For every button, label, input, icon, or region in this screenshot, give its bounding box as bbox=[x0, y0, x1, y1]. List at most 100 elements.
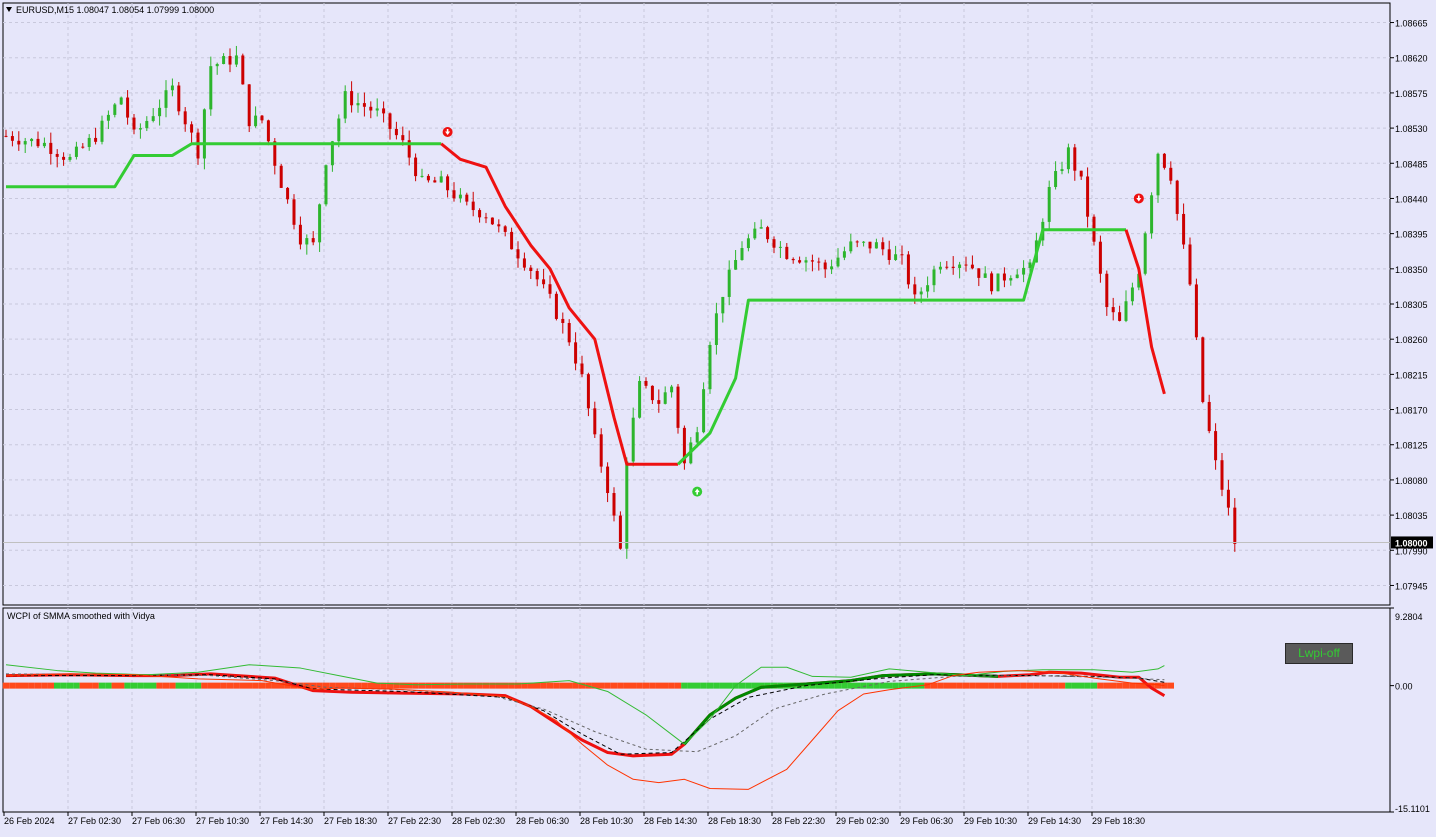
candle-body bbox=[817, 261, 821, 263]
candle-body bbox=[970, 264, 974, 269]
candle-body bbox=[919, 291, 923, 295]
candle-body bbox=[1194, 284, 1198, 338]
candle-body bbox=[1130, 287, 1134, 302]
candle-body bbox=[1124, 301, 1128, 321]
candle-body bbox=[849, 241, 853, 252]
time-axis-label: 27 Feb 22:30 bbox=[388, 816, 441, 826]
candle-body bbox=[842, 251, 846, 258]
candle-body bbox=[510, 231, 514, 250]
candle-body bbox=[446, 176, 450, 191]
candle-body bbox=[305, 238, 309, 245]
candle-body bbox=[900, 254, 904, 256]
price-axis-label: 1.08620 bbox=[1395, 54, 1428, 64]
candle-body bbox=[612, 493, 616, 516]
candle-body bbox=[727, 269, 731, 297]
candle-body bbox=[49, 142, 53, 154]
candle-body bbox=[670, 386, 674, 393]
candle-body bbox=[1175, 180, 1179, 214]
candle-body bbox=[823, 262, 827, 270]
candle-body bbox=[887, 249, 891, 260]
candle-body bbox=[228, 56, 232, 65]
candle-body bbox=[657, 400, 661, 404]
price-axis-label: 1.08125 bbox=[1395, 441, 1428, 451]
candle-body bbox=[62, 156, 66, 160]
candle-body bbox=[977, 268, 981, 278]
candle-body bbox=[362, 103, 366, 107]
candle-body bbox=[1182, 213, 1186, 245]
candle-body bbox=[1143, 233, 1147, 274]
time-axis-label: 27 Feb 18:30 bbox=[324, 816, 377, 826]
down-arrow-circle-icon bbox=[1133, 193, 1144, 204]
candle-body bbox=[81, 146, 85, 148]
candle-body bbox=[164, 90, 168, 108]
price-axis-label: 1.08485 bbox=[1395, 159, 1428, 169]
indicator-axis-label: 0.00 bbox=[1395, 682, 1413, 692]
candle-body bbox=[241, 55, 245, 85]
current-price-label: 1.08000 bbox=[1395, 538, 1428, 548]
price-axis-label: 1.08350 bbox=[1395, 265, 1428, 275]
candle-body bbox=[913, 284, 917, 295]
candle-body bbox=[183, 111, 187, 125]
lwpi-off-button[interactable]: Lwpi-off bbox=[1285, 643, 1353, 664]
price-axis-label: 1.08035 bbox=[1395, 511, 1428, 521]
time-axis-label: 28 Feb 14:30 bbox=[644, 816, 697, 826]
candle-body bbox=[874, 242, 878, 249]
candle-body bbox=[702, 389, 706, 433]
candle-body bbox=[260, 115, 264, 121]
candle-body bbox=[388, 113, 392, 129]
candle-body bbox=[356, 103, 360, 106]
candle-body bbox=[177, 85, 181, 112]
candle-body bbox=[798, 260, 802, 263]
candle-body bbox=[292, 199, 296, 225]
candle-body bbox=[452, 190, 456, 199]
time-axis-label: 27 Feb 10:30 bbox=[196, 816, 249, 826]
time-axis-label: 29 Feb 06:30 bbox=[900, 816, 953, 826]
candle-body bbox=[772, 239, 776, 248]
candle-body bbox=[87, 137, 91, 147]
candle-body bbox=[708, 344, 712, 390]
candle-body bbox=[663, 392, 667, 404]
candle-body bbox=[119, 97, 123, 105]
indicator-pane bbox=[2, 607, 1391, 813]
candle-body bbox=[830, 266, 834, 270]
time-axis-label: 27 Feb 06:30 bbox=[132, 816, 185, 826]
candle-body bbox=[810, 260, 814, 262]
candle-body bbox=[209, 66, 213, 110]
candle-body bbox=[247, 84, 251, 127]
symbol-header: EURUSD,M15 1.08047 1.08054 1.07999 1.080… bbox=[16, 5, 214, 15]
candle-body bbox=[964, 264, 968, 266]
candle-body bbox=[625, 461, 629, 549]
candle-body bbox=[1073, 147, 1077, 171]
candle-body bbox=[778, 246, 782, 248]
candle-body bbox=[426, 175, 430, 181]
candle-body bbox=[542, 279, 546, 285]
trading-chart: 1.08665 1.08620 1.08575 1.08530 1.08485 1.084… bbox=[0, 0, 1436, 832]
price-axis-label: 1.08665 bbox=[1395, 19, 1428, 29]
candle-body bbox=[631, 417, 635, 462]
price-axis-label: 1.08575 bbox=[1395, 89, 1428, 99]
candle-body bbox=[439, 176, 443, 183]
candle-body bbox=[100, 120, 104, 142]
candle-body bbox=[279, 165, 283, 188]
candle-body bbox=[554, 293, 558, 319]
candle-body bbox=[836, 257, 840, 267]
candle-body bbox=[94, 137, 98, 142]
candle-body bbox=[1233, 507, 1237, 544]
candle-body bbox=[286, 187, 290, 200]
candle-body bbox=[420, 175, 424, 177]
candle-body bbox=[990, 273, 994, 292]
candle-body bbox=[30, 138, 34, 142]
time-axis-label: 27 Feb 02:30 bbox=[68, 816, 121, 826]
candle-body bbox=[868, 241, 872, 249]
candle-body bbox=[926, 285, 930, 292]
candle-body bbox=[599, 434, 603, 467]
candle-body bbox=[1118, 312, 1122, 321]
candle-body bbox=[490, 217, 494, 225]
candle-body bbox=[337, 118, 341, 142]
candle-body bbox=[190, 124, 194, 133]
candle-body bbox=[298, 224, 302, 245]
candle-body bbox=[638, 380, 642, 418]
candle-body bbox=[17, 140, 21, 145]
candle-body bbox=[695, 432, 699, 443]
candle-body bbox=[881, 242, 885, 250]
